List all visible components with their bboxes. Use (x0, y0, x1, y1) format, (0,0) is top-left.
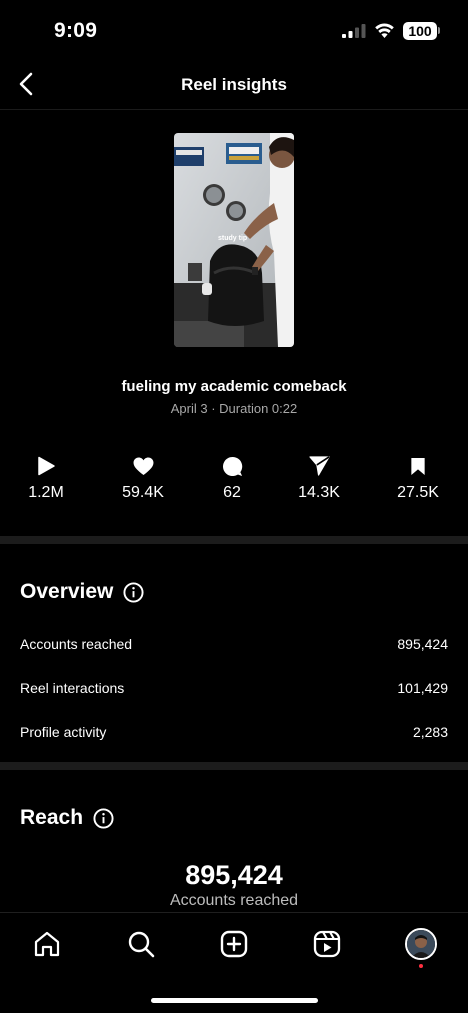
section-divider (0, 762, 468, 770)
bookmark-icon (411, 457, 425, 475)
stat-value: 59.4K (122, 484, 164, 501)
section-divider (0, 536, 468, 544)
row-label: Reel interactions (20, 680, 125, 696)
tab-search[interactable] (126, 929, 156, 959)
reel-thumbnail[interactable]: study tip (174, 133, 294, 347)
reels-icon (313, 930, 341, 958)
reach-title: Reach (20, 806, 84, 829)
tab-home[interactable] (32, 929, 62, 959)
tab-reels[interactable] (312, 929, 342, 959)
overview-row-profile-activity[interactable]: Profile activity 2,283 (20, 724, 448, 740)
status-time: 9:09 (54, 19, 98, 42)
stat-shares: 14.3K (279, 455, 359, 502)
reel-title: fueling my academic comeback (121, 378, 347, 395)
tab-profile-avatar[interactable] (405, 928, 437, 960)
stat-plays: 1.2M (6, 455, 86, 502)
overview-row-accounts-reached[interactable]: Accounts reached 895,424 (20, 636, 448, 652)
battery-tip (438, 27, 440, 34)
stat-value: 27.5K (397, 484, 439, 501)
cellular-signal-icon (342, 24, 366, 38)
stat-comments: 62 (192, 455, 272, 502)
row-value: 101,429 (397, 680, 448, 696)
notification-dot (419, 964, 423, 968)
tab-create[interactable] (219, 929, 249, 959)
row-value: 895,424 (397, 636, 448, 652)
stat-value: 14.3K (298, 484, 340, 501)
reach-heading: Reach (20, 806, 114, 830)
bottom-tab-bar (0, 912, 468, 1013)
home-icon (34, 931, 60, 957)
stat-value: 1.2M (28, 484, 64, 501)
avatar (407, 930, 435, 958)
status-bar: 9:09 100 (0, 0, 468, 62)
wifi-icon (375, 23, 394, 38)
overview-row-reel-interactions[interactable]: Reel interactions 101,429 (20, 680, 448, 696)
create-icon (220, 930, 248, 958)
heart-icon (133, 456, 153, 475)
search-icon (128, 931, 155, 958)
header: Reel insights (0, 62, 468, 110)
stat-likes: 59.4K (103, 455, 183, 502)
reach-total: 895,424 (185, 860, 283, 890)
comment-icon (222, 456, 242, 476)
stat-saves: 27.5K (378, 455, 458, 502)
page-title: Reel insights (181, 75, 287, 94)
row-value: 2,283 (412, 724, 448, 740)
overview-heading: Overview (20, 580, 144, 604)
play-icon (38, 456, 55, 476)
row-label: Accounts reached (20, 636, 133, 652)
battery-indicator: 100 (403, 22, 437, 40)
info-icon[interactable] (123, 581, 144, 603)
info-icon[interactable] (93, 807, 114, 829)
row-label: Profile activity (20, 724, 107, 740)
reach-label: Accounts reached (169, 892, 299, 909)
stat-value: 62 (223, 484, 241, 501)
overview-title: Overview (20, 580, 114, 603)
thumbnail-caption: study tip (218, 235, 248, 242)
share-icon (308, 456, 330, 476)
home-indicator (151, 998, 318, 1003)
reel-meta: April 3 · Duration 0:22 (170, 401, 298, 416)
